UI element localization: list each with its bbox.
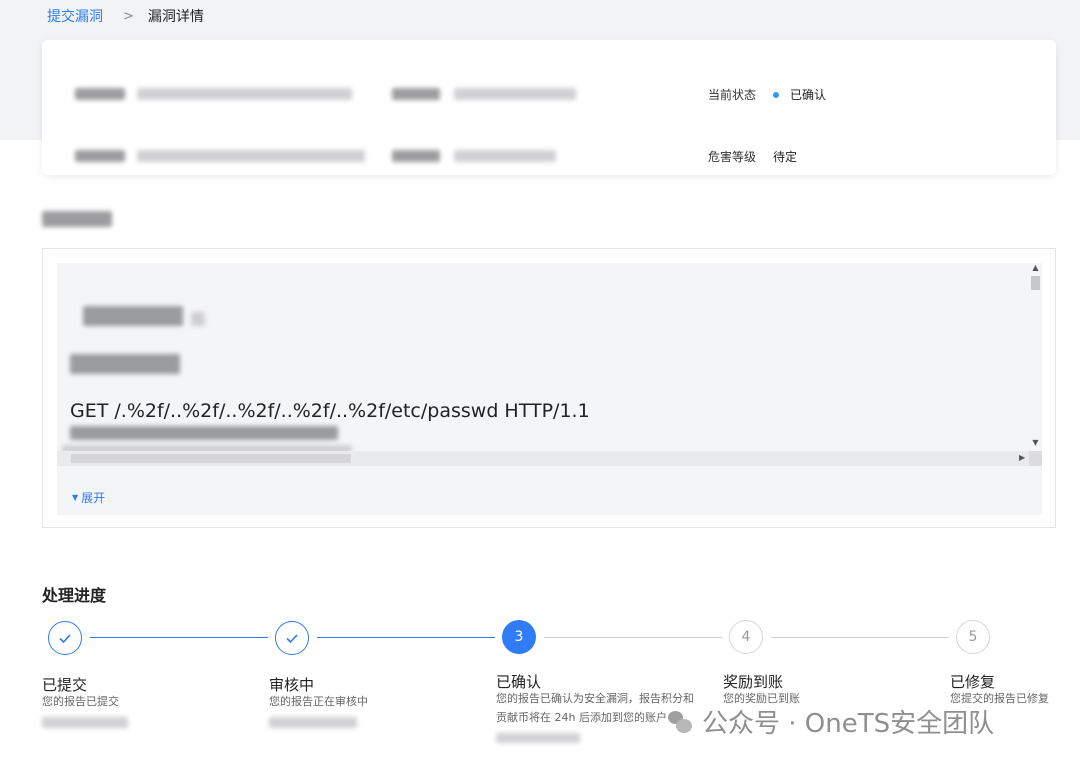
- watermark: 公众号 · OneTS安全团队: [668, 703, 994, 740]
- redacted-timestamp: [42, 717, 128, 728]
- redacted-value: [137, 150, 365, 162]
- step-desc: 您的报告正在审核中: [269, 695, 368, 708]
- status-value: 已确认: [790, 88, 827, 102]
- expand-label: 展开: [81, 491, 106, 505]
- redacted-value: [137, 88, 352, 100]
- status-dot-icon: [773, 91, 779, 98]
- severity-label: 危害等级: [708, 150, 757, 164]
- redacted-text: [70, 354, 180, 374]
- step-connector: [317, 637, 495, 638]
- wechat-icon: [668, 710, 692, 733]
- status-label: 当前状态: [708, 88, 757, 102]
- redacted-label: [392, 150, 440, 162]
- scrollbar-thumb[interactable]: [71, 454, 351, 463]
- scroll-up-icon[interactable]: ▲: [1031, 263, 1040, 272]
- status-badge: 已确认: [773, 86, 826, 103]
- step-desc: 您的报告已提交: [42, 695, 119, 708]
- code-viewer[interactable]: GET /.%2f/..%2f/..%2f/..%2f/..%2f/etc/pa…: [57, 263, 1027, 466]
- step-number: 5: [956, 620, 990, 654]
- redacted-text: [191, 312, 205, 326]
- breadcrumb-link-submit[interactable]: 提交漏洞: [47, 6, 103, 26]
- redacted-timestamp: [269, 717, 357, 728]
- watermark-text: 公众号 · OneTS安全团队: [702, 709, 995, 739]
- scroll-down-icon[interactable]: ▼: [1031, 438, 1040, 447]
- redacted-section-title: [42, 211, 112, 227]
- step-check-icon: [275, 621, 309, 655]
- severity-value: 待定: [773, 150, 798, 164]
- step-desc: 您的报告已确认为安全漏洞，报告积分和贡献币将在 24h 后添加到您的账户: [496, 692, 694, 724]
- redacted-label: [392, 88, 440, 100]
- progress-title: 处理进度: [42, 586, 107, 605]
- step-connector: [771, 637, 949, 638]
- chevron-right-icon: >: [123, 8, 134, 24]
- redacted-label: [75, 88, 125, 100]
- redacted-timestamp: [496, 733, 580, 743]
- step-connector: [90, 637, 268, 638]
- step-number: 4: [729, 620, 763, 654]
- redacted-value: [454, 150, 556, 162]
- vulnerability-detail-panel: GET /.%2f/..%2f/..%2f/..%2f/..%2f/etc/pa…: [42, 248, 1056, 528]
- redacted-text: [83, 306, 183, 326]
- step-connector: [544, 637, 722, 638]
- redacted-text: [70, 426, 338, 440]
- vertical-scrollbar[interactable]: ▲ ▼: [1029, 263, 1042, 451]
- breadcrumb: 提交漏洞 > 漏洞详情: [47, 6, 204, 26]
- step-check-icon: [48, 621, 82, 655]
- redacted-label: [75, 150, 125, 162]
- scrollbar-thumb[interactable]: [1031, 276, 1040, 290]
- breadcrumb-current: 漏洞详情: [147, 9, 204, 25]
- step-number: 3: [502, 620, 536, 654]
- request-line: GET /.%2f/..%2f/..%2f/..%2f/..%2f/etc/pa…: [70, 400, 590, 422]
- expand-button[interactable]: ▼ 展开: [72, 489, 105, 506]
- detail-content: GET /.%2f/..%2f/..%2f/..%2f/..%2f/etc/pa…: [57, 263, 1042, 515]
- summary-card: 当前状态 已确认 危害等级 待定: [42, 40, 1056, 175]
- horizontal-scrollbar[interactable]: ▶: [57, 451, 1042, 466]
- redacted-value: [454, 88, 576, 100]
- scroll-right-icon[interactable]: ▶: [1019, 453, 1025, 462]
- caret-down-icon: ▼: [72, 493, 79, 502]
- scrollbar-corner: [1029, 451, 1042, 466]
